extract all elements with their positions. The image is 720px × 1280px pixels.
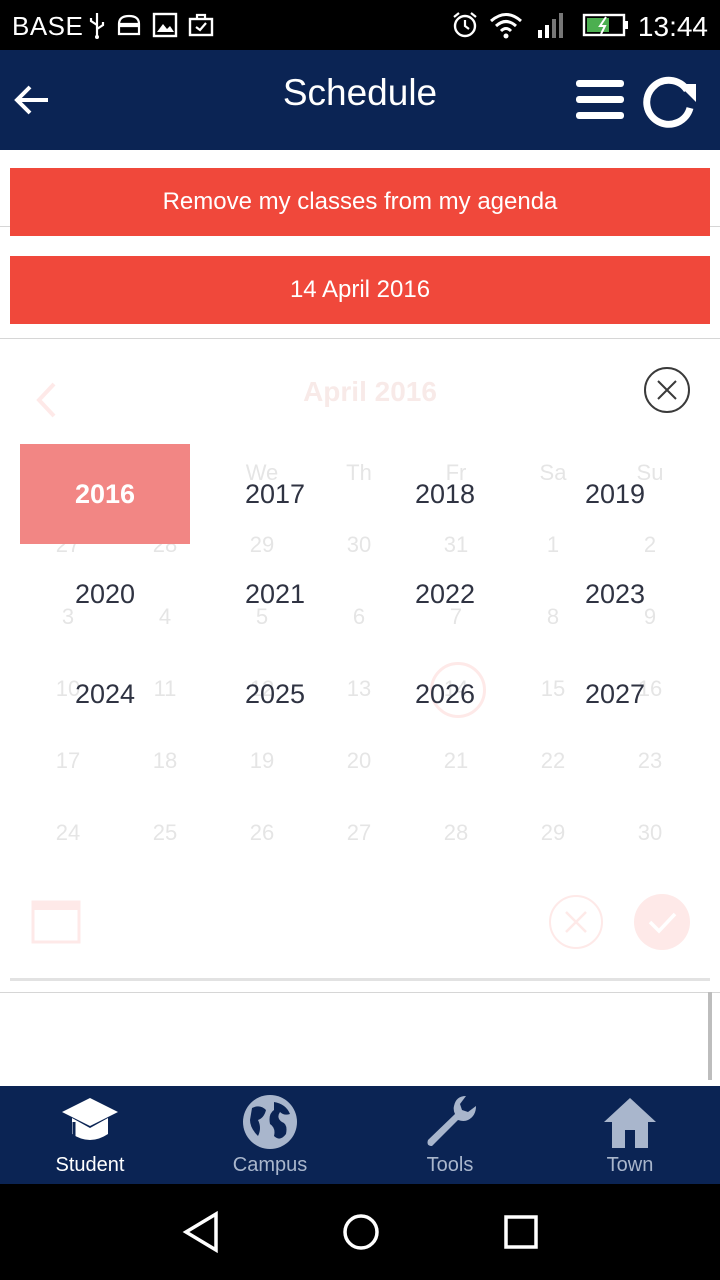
year-option[interactable]: 2018 [360,444,530,544]
briefcase-icon [188,13,214,37]
year-option[interactable]: 2022 [360,544,530,644]
status-bar: BASE 13:44 [0,0,720,50]
calendar-day: 17 [55,748,81,773]
wrench-icon [427,1096,476,1146]
year-option[interactable]: 2020 [20,544,190,644]
nav-label: Tools [426,1154,474,1176]
house-icon [604,1098,656,1148]
date-select-button[interactable]: 14 April 2016 [10,256,710,324]
calendar-day: 29 [540,820,566,845]
calendar-day: 28 [443,820,469,845]
system-navigation-bar [0,1184,720,1280]
calendar-day: 21 [443,748,469,773]
calendar-day: 23 [637,748,663,773]
close-year-picker-icon[interactable] [643,366,691,414]
calendar-day: 26 [249,820,275,845]
nav-tools[interactable]: Tools [360,1086,540,1184]
calendar-day: 22 [540,748,566,773]
system-home-icon[interactable] [337,1208,385,1256]
image-icon [152,12,178,38]
nav-label: Campus [232,1154,308,1176]
android-icon [117,14,141,36]
system-back-icon[interactable] [178,1208,226,1256]
graduation-cap-icon [62,1098,118,1140]
year-option-selected[interactable]: 2016 [20,444,190,544]
signal-icon [538,13,563,38]
usb-icon [89,13,105,39]
year-option[interactable]: 2027 [530,644,700,744]
previous-month-icon [36,382,56,418]
schedule-content: Remove my classes from my agenda 14 Apri… [0,150,720,1086]
year-option[interactable]: 2019 [530,444,700,544]
nav-town[interactable]: Town [540,1086,720,1184]
calendar-day: 30 [637,820,663,845]
year-option[interactable]: 2023 [530,544,700,644]
hamburger-menu-icon[interactable] [574,78,626,122]
calendar-day: 24 [55,820,81,845]
battery-icon [582,13,628,37]
wifi-icon [490,13,522,39]
alarm-icon [453,12,477,38]
calendar-icon [31,900,81,944]
calendar-day: 18 [152,748,178,773]
nav-student[interactable]: Student [0,1086,180,1184]
calendar-day: 20 [346,748,372,773]
bottom-navigation: Student Campus Tools Town [0,1086,720,1184]
calendar-day: 25 [152,820,178,845]
globe-icon [243,1095,297,1149]
calendar-confirm-icon [634,894,690,950]
calendar-day: 27 [346,820,372,845]
app-bar: Schedule [0,50,720,150]
nav-label: Student [55,1154,125,1176]
year-option[interactable]: 2017 [190,444,360,544]
calendar-cancel-icon [549,895,603,949]
carrier-label: BASE [12,11,84,41]
year-option[interactable]: 2026 [360,644,530,744]
calendar-month-label: April 2016 [303,376,437,407]
year-option[interactable]: 2025 [190,644,360,744]
nav-campus[interactable]: Campus [180,1086,360,1184]
nav-label: Town [606,1154,654,1176]
year-option[interactable]: 2024 [20,644,190,744]
refresh-icon[interactable] [640,72,700,130]
calendar-day: 19 [249,748,275,773]
remove-classes-button[interactable]: Remove my classes from my agenda [10,168,710,236]
system-recents-icon[interactable] [497,1208,545,1256]
scrollbar[interactable] [708,992,712,1080]
clock: 13:44 [637,11,708,42]
year-option[interactable]: 2021 [190,544,360,644]
